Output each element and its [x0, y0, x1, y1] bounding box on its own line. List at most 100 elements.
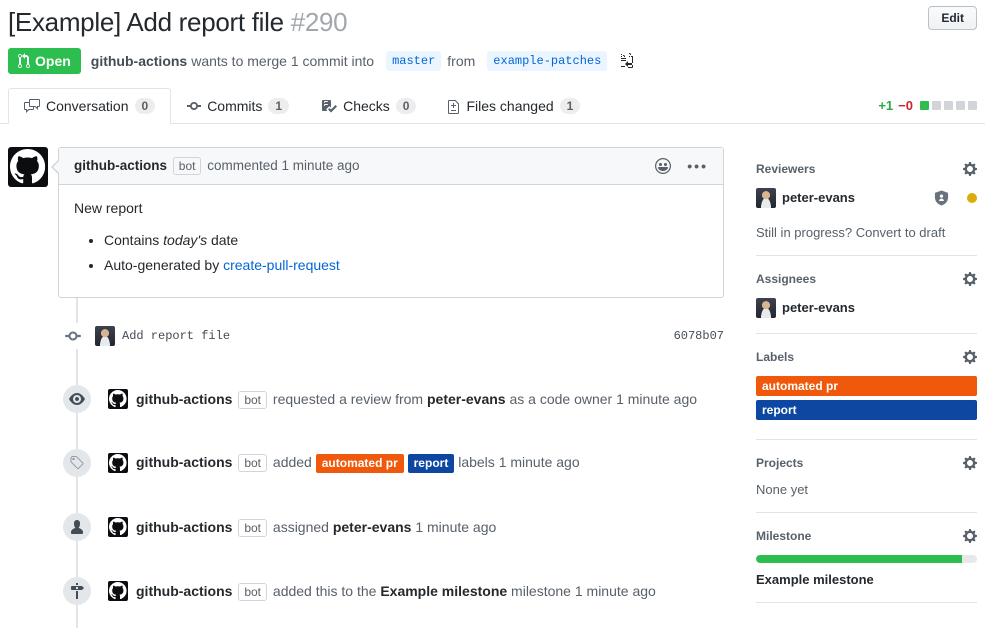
add-reaction-button[interactable]	[655, 158, 671, 174]
avatar[interactable]	[108, 517, 128, 537]
list-item: Contains today's date	[104, 232, 708, 248]
clipboard-icon	[619, 53, 633, 69]
avatar[interactable]	[95, 326, 115, 346]
avatar[interactable]	[756, 188, 776, 208]
avatar[interactable]	[108, 453, 128, 473]
pr-main: github-actions bot commented 1 minute ag…	[8, 147, 977, 618]
event-text: github-actions bot requested a review fr…	[136, 389, 697, 409]
milestone-progress-fill	[756, 555, 962, 563]
gear-icon[interactable]	[963, 161, 977, 177]
event-actor[interactable]: github-actions	[136, 391, 232, 407]
event-subject[interactable]: peter-evans	[427, 391, 506, 407]
event-subject[interactable]: Example milestone	[380, 583, 507, 599]
commit-message-link[interactable]: Add report file	[122, 329, 230, 343]
event-timestamp[interactable]: 1 minute ago	[616, 391, 697, 407]
commit-sha-link[interactable]: 6078b07	[674, 329, 724, 343]
tab-files-changed[interactable]: Files changed 1	[432, 88, 596, 124]
diffstat-block	[932, 101, 941, 110]
pr-author[interactable]: github-actions	[91, 53, 187, 69]
bullet-text: date	[211, 232, 238, 248]
tab-commits[interactable]: Commits 1	[171, 88, 305, 124]
avatar[interactable]	[108, 581, 128, 601]
pr-meta: Open github-actions wants to merge 1 com…	[8, 48, 977, 74]
diffstat-block	[956, 101, 965, 110]
kebab-menu-button[interactable]: •••	[687, 158, 708, 174]
status-badge: Open	[8, 48, 81, 74]
event-timestamp[interactable]: 1 minute ago	[415, 519, 496, 535]
bot-badge: bot	[238, 583, 267, 601]
bot-badge: bot	[238, 391, 267, 409]
assignee-row: peter-evans	[756, 298, 977, 318]
bot-badge: bot	[238, 454, 267, 472]
head-branch-label[interactable]: example-patches	[487, 51, 607, 71]
file-diff-icon	[448, 98, 460, 114]
event-actor[interactable]: github-actions	[136, 454, 232, 470]
reviewer-name[interactable]: peter-evans	[782, 190, 855, 205]
status-badge-label: Open	[35, 53, 71, 69]
edit-button[interactable]: Edit	[928, 6, 977, 30]
event-actor[interactable]: github-actions	[136, 583, 232, 599]
event-timestamp[interactable]: 1 minute ago	[575, 583, 656, 599]
label-automated-pr[interactable]: automated pr	[316, 454, 404, 473]
diffstat-deletions: −0	[898, 98, 913, 113]
assignees-header[interactable]: Assignees	[756, 271, 977, 287]
projects-header[interactable]: Projects	[756, 455, 977, 471]
gear-icon[interactable]	[963, 528, 977, 544]
comment-author[interactable]: github-actions	[74, 158, 167, 173]
gear-icon[interactable]	[963, 271, 977, 287]
sidebar-section-milestone: Milestone Example milestone	[756, 528, 977, 603]
labels-header[interactable]: Labels	[756, 349, 977, 365]
reviewer-row: peter-evans	[756, 188, 977, 208]
tab-checks[interactable]: Checks 0	[305, 88, 432, 124]
avatar[interactable]	[108, 389, 128, 409]
event-subject[interactable]: peter-evans	[333, 519, 412, 535]
diffstat-block	[968, 101, 977, 110]
event-detail: milestone	[511, 583, 571, 599]
diffstat[interactable]: +1 −0	[878, 98, 977, 113]
git-commit-icon	[64, 323, 82, 349]
commit-row: Add report file 6078b07	[8, 323, 724, 349]
copy-branch-button[interactable]	[619, 53, 633, 69]
label-report[interactable]: report	[408, 454, 455, 473]
tab-checks-count: 0	[396, 98, 417, 114]
comment-timestamp[interactable]: commented 1 minute ago	[207, 158, 359, 173]
comment-paragraph: New report	[74, 200, 708, 216]
tab-conversation-count: 0	[135, 98, 156, 114]
convert-to-draft-hint[interactable]: Still in progress? Convert to draft	[756, 225, 977, 240]
comment-list: Contains today's date Auto-generated by …	[74, 232, 708, 273]
create-pull-request-link[interactable]: create-pull-request	[223, 257, 340, 273]
bot-badge: bot	[238, 519, 267, 537]
gear-icon[interactable]	[963, 349, 977, 365]
milestone-header[interactable]: Milestone	[756, 528, 977, 544]
base-branch-label[interactable]: master	[386, 51, 441, 71]
reviewers-header[interactable]: Reviewers	[756, 161, 977, 177]
pr-header: [Example] Add report file #290 Edit	[8, 6, 977, 39]
event-timestamp[interactable]: 1 minute ago	[499, 454, 580, 470]
avatar[interactable]	[756, 298, 776, 318]
tab-conversation[interactable]: Conversation 0	[8, 88, 171, 124]
comment-header-text: github-actions bot commented 1 minute ag…	[74, 157, 360, 175]
pull-request-page: [Example] Add report file #290 Edit Open…	[0, 0, 985, 618]
label-report[interactable]: report	[756, 400, 977, 420]
comment-header-actions: •••	[655, 158, 708, 174]
label-automated-pr[interactable]: automated pr	[756, 376, 977, 396]
sidebar-section-labels: Labels automated pr report	[756, 349, 977, 440]
event-actor[interactable]: github-actions	[136, 519, 232, 535]
checklist-icon	[321, 98, 337, 114]
tab-conversation-label: Conversation	[46, 98, 129, 114]
assignee-name[interactable]: peter-evans	[782, 300, 855, 315]
sidebar-section-projects: Projects None yet	[756, 455, 977, 513]
avatar[interactable]	[8, 147, 48, 187]
reviewers-title: Reviewers	[756, 162, 815, 176]
comment-row: github-actions bot commented 1 minute ag…	[8, 147, 724, 298]
pr-tabs: Conversation 0 Commits 1 Checks 0 Files …	[0, 88, 985, 124]
milestone-icon	[63, 577, 91, 605]
event-verb: added	[273, 454, 312, 470]
bot-badge: bot	[173, 157, 202, 175]
eye-icon	[63, 385, 91, 413]
timeline-event-assigned: github-actions bot assigned peter-evans …	[8, 513, 724, 541]
milestone-link[interactable]: Example milestone	[756, 572, 874, 587]
gear-icon[interactable]	[963, 455, 977, 471]
tab-files-count: 1	[560, 98, 581, 114]
labels-title: Labels	[756, 350, 794, 364]
